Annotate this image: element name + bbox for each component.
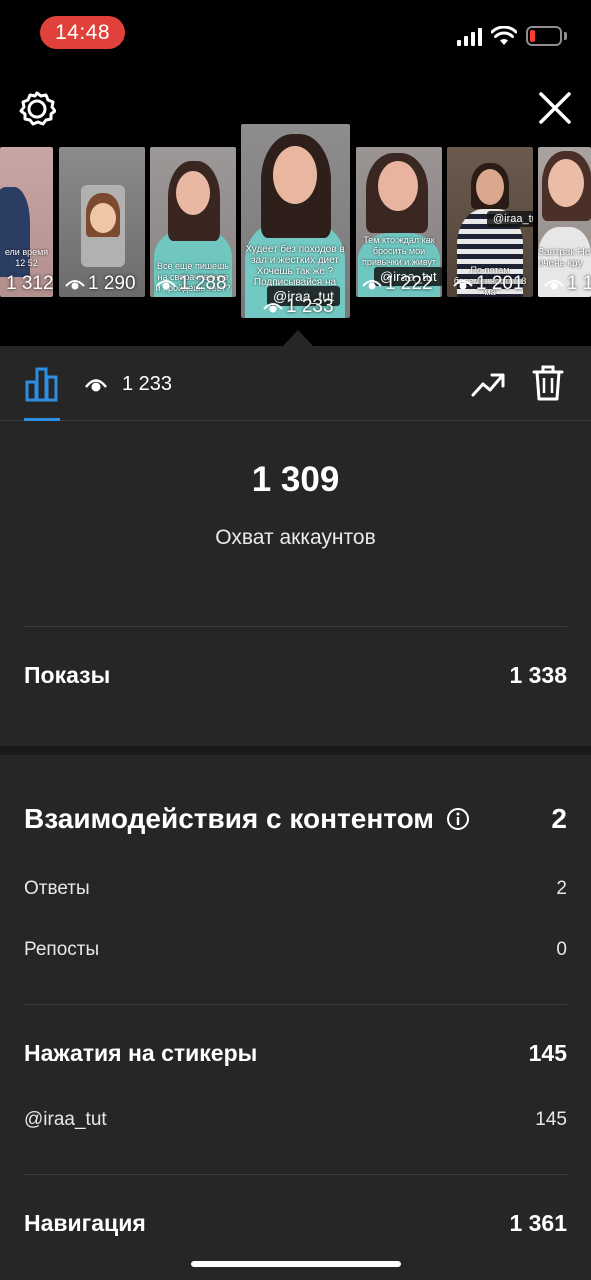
navigation-label: Навигация — [24, 1209, 146, 1236]
eye-icon — [362, 280, 382, 290]
section-separator — [0, 746, 591, 755]
impressions-row: Показы 1 338 — [24, 658, 567, 692]
story-thumbnail[interactable]: @iraa_tut По пятам беременность - 3 ма 1… — [447, 147, 533, 297]
eye-icon — [544, 280, 564, 290]
story-caption: Завтрак Не очень кру — [538, 247, 591, 269]
story-caption: Тем кто ждал как бросить мои привычки и … — [361, 235, 437, 267]
navigation-row: Навигация 1 361 — [24, 1206, 567, 1240]
impressions-value: 1 338 — [509, 661, 567, 688]
story-views-count: 1 233 — [286, 296, 334, 317]
info-icon[interactable] — [446, 807, 470, 831]
story-views: 1 312 — [6, 273, 53, 295]
story-views: 1 201 — [453, 273, 524, 295]
sticker-taps-value: 145 — [528, 1039, 567, 1066]
story-thumbnail[interactable]: ели время 12 52 1 312 — [0, 147, 53, 297]
reach-value: 1 309 — [251, 460, 340, 499]
story-mention-sticker: @iraa_tut — [487, 211, 533, 227]
bar-chart-icon[interactable] — [24, 366, 60, 402]
eye-icon — [65, 280, 85, 290]
status-time: 14:48 — [40, 16, 125, 49]
replies-value: 2 — [556, 878, 567, 899]
mention-sticker-value: 145 — [535, 1109, 567, 1130]
story-views: 1 233 — [263, 296, 334, 318]
navigation-value: 1 361 — [509, 1209, 567, 1236]
story-views: 1 290 — [65, 273, 136, 295]
story-views-count: 1 201 — [476, 273, 524, 294]
story-thumbnails: ели время 12 52 1 312 1 290 Всё ещё пише… — [0, 122, 591, 322]
story-caption: ели время 12 52 — [4, 247, 49, 268]
mention-sticker-row: @iraa_tut 145 — [24, 1107, 567, 1133]
shares-label: Репосты — [24, 939, 100, 960]
interactions-row: Взаимодействия с контентом 2 — [24, 800, 567, 838]
wifi-icon — [491, 26, 517, 45]
story-thumbnail[interactable]: 1 290 — [59, 147, 145, 297]
story-views: 1 1 — [544, 273, 591, 295]
tab-viewers[interactable]: 1 233 — [84, 368, 172, 400]
battery-tip — [564, 32, 567, 40]
trash-icon[interactable] — [532, 364, 564, 402]
story-thumbnail-selected[interactable]: Худеет без походов в зал и жестких диет … — [241, 124, 350, 318]
story-caption: Худеет без походов в зал и жестких диет … — [245, 244, 345, 288]
home-indicator[interactable] — [191, 1261, 401, 1267]
story-views: 1 222 — [362, 273, 433, 295]
status-bar: 14:48 — [0, 0, 591, 70]
eye-icon — [453, 280, 473, 290]
interactions-label: Взаимодействия с контентом — [24, 803, 435, 834]
mention-sticker-label: @iraa_tut — [24, 1109, 107, 1130]
shares-value: 0 — [556, 939, 567, 960]
story-views-count: 1 222 — [385, 273, 433, 294]
divider — [24, 1174, 567, 1175]
eye-icon — [156, 280, 176, 290]
battery-icon — [526, 26, 562, 46]
replies-row: Ответы 2 — [24, 876, 567, 902]
replies-label: Ответы — [24, 878, 90, 899]
divider — [24, 626, 567, 627]
story-thumbnail[interactable]: Завтрак Не очень кру 1 1 — [538, 147, 591, 297]
trending-up-icon[interactable] — [470, 368, 506, 400]
selection-pointer — [282, 330, 314, 347]
story-views-count: 1 312 — [6, 273, 53, 294]
eye-icon — [263, 303, 283, 313]
viewers-count: 1 233 — [122, 372, 173, 395]
insights-tabbar: 1 233 — [0, 346, 591, 421]
interactions-value: 2 — [551, 803, 567, 834]
eye-icon — [85, 379, 107, 392]
impressions-label: Показы — [24, 661, 111, 688]
reach-label: Охват аккаунтов — [215, 526, 376, 549]
sticker-taps-label: Нажатия на стикеры — [24, 1039, 258, 1066]
sticker-taps-row: Нажатия на стикеры 145 — [24, 1036, 567, 1070]
story-views: 1 288 — [156, 273, 227, 295]
story-views-count: 1 290 — [88, 273, 136, 294]
story-thumbnail[interactable]: Тем кто ждал как бросить мои привычки и … — [356, 147, 442, 297]
story-views-count: 1 288 — [179, 273, 227, 294]
insights-panel: 1 233 1 309 Охват аккаунтов Показы 1 338… — [0, 346, 591, 1280]
active-tab-indicator — [24, 418, 60, 421]
story-thumbnail[interactable]: Всё ещё пишешь на сворачивание и пройдёш… — [150, 147, 236, 297]
shares-row: Репосты 0 — [24, 937, 567, 963]
divider — [24, 1004, 567, 1005]
cellular-signal-icon — [457, 28, 483, 46]
story-views-count: 1 1 — [567, 273, 591, 294]
